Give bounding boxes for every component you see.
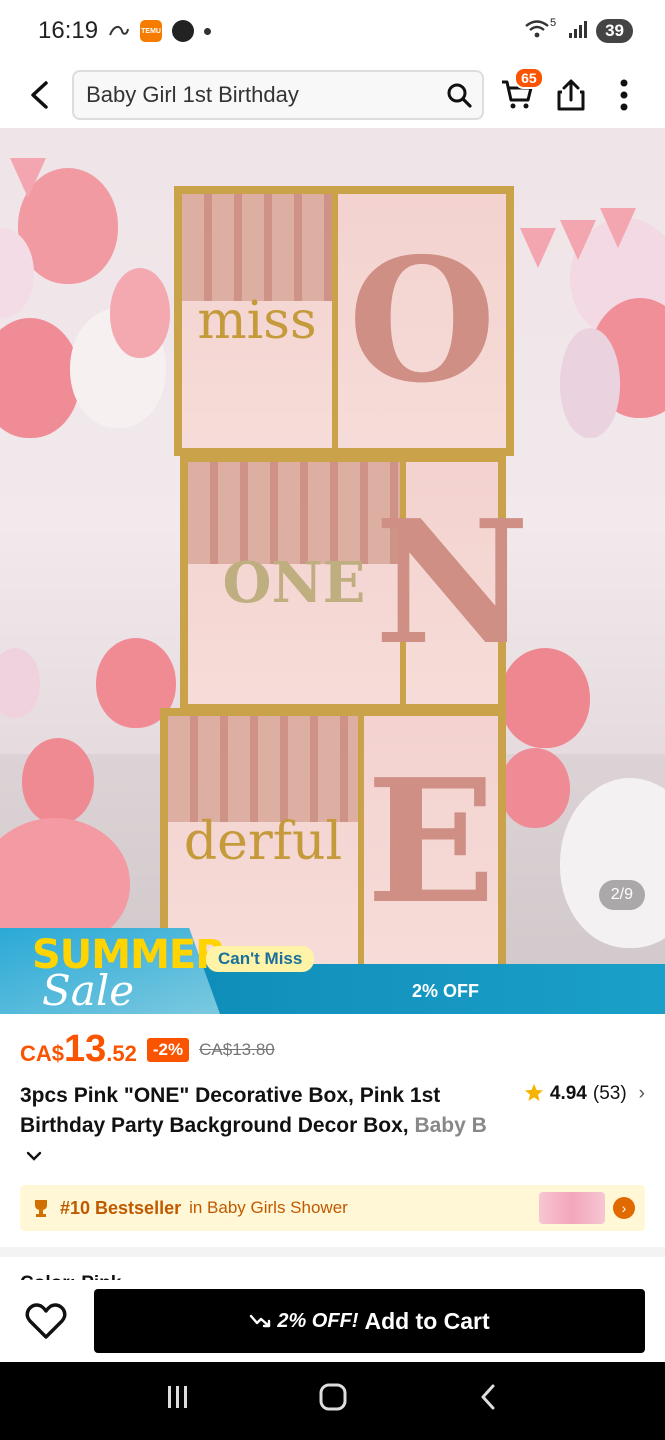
box-letter-o: O: [347, 221, 497, 421]
chevron-right-icon: ›: [638, 1083, 645, 1104]
balloon-image: [560, 328, 620, 438]
product-title-main: 3pcs Pink "ONE" Decorative Box, Pink 1st…: [20, 1084, 441, 1137]
title-row: 3pcs Pink "ONE" Decorative Box, Pink 1st…: [0, 1071, 665, 1171]
cart-bar: 2% OFF! Add to Cart: [0, 1280, 665, 1362]
review-count: (53): [592, 1083, 627, 1104]
temu-app-icon: TEMU: [140, 20, 163, 42]
box-letter-n: N: [374, 483, 530, 683]
product-image-carousel[interactable]: miss O ONE N derful E 2/9 SUMMER Sale Ca…: [0, 128, 665, 1014]
glitter-drip: [182, 194, 332, 301]
price-row: CA$13.52 -2% CA$13.80: [0, 1014, 665, 1071]
bestseller-thumbnail: [539, 1192, 605, 1224]
signal-label: 5: [549, 17, 557, 29]
status-left: 16:19 TEMU: [38, 17, 212, 45]
link-icon: [108, 23, 130, 39]
more-options-button[interactable]: [603, 71, 645, 119]
bestseller-category: in Baby Girls Shower: [189, 1198, 348, 1217]
box-middle: ONE N: [180, 454, 530, 712]
wishlist-button[interactable]: [22, 1297, 70, 1345]
current-price: CA$13.52: [20, 1028, 137, 1071]
trend-down-icon: [250, 1314, 271, 1328]
recent-apps-icon: [167, 1386, 187, 1408]
box-word-one: ONE: [222, 550, 366, 616]
original-price: CA$13.80: [199, 1040, 275, 1059]
home-icon: [319, 1383, 346, 1411]
top-bar: Baby Girl 1st Birthday 65: [0, 62, 665, 128]
box-letter-e: E: [366, 742, 496, 942]
bunting-flag: [600, 208, 636, 248]
system-nav-bar: [0, 1362, 665, 1440]
heart-icon: [25, 1303, 67, 1339]
rating-summary[interactable]: 4.94 (53) ›: [524, 1081, 645, 1171]
balloon-image: [0, 318, 80, 438]
status-time: 16:19: [38, 17, 99, 44]
more-vertical-icon: [620, 79, 628, 111]
sale-script: Sale: [42, 966, 135, 1014]
box-top-right-face: O: [332, 194, 506, 448]
bunting-flag: [520, 228, 556, 268]
search-query-text: Baby Girl 1st Birthday: [86, 82, 299, 107]
expand-chevron-icon[interactable]: [26, 1150, 42, 1162]
back-button[interactable]: [22, 75, 56, 115]
search-icon[interactable]: [446, 82, 472, 108]
messenger-icon: [172, 20, 195, 42]
chevron-right-circle-icon[interactable]: ›: [613, 1197, 635, 1219]
back-arrow-icon: [31, 81, 48, 109]
star-icon: [524, 1084, 543, 1101]
bunting-flag: [560, 220, 596, 260]
search-input[interactable]: Baby Girl 1st Birthday: [72, 70, 485, 120]
balloon-image: [0, 648, 40, 718]
glitter-drip: [188, 462, 400, 564]
glitter-drip: [168, 716, 358, 822]
discount-badge: -2%: [146, 1038, 190, 1062]
recent-apps-button[interactable]: [148, 1384, 208, 1418]
status-bar: 16:19 TEMU 5 39: [0, 0, 665, 62]
box-word-derful: derful: [183, 812, 343, 872]
product-title-fade: Baby B: [414, 1114, 487, 1137]
box-top: miss O: [174, 186, 514, 456]
cell-signal-icon: [568, 19, 590, 44]
battery-indicator: 39: [596, 19, 633, 43]
bestseller-rank: #10 Bestseller: [60, 1197, 182, 1218]
box-middle-right-face: N: [374, 462, 530, 704]
notification-dot-icon: [204, 27, 212, 35]
bunting-flag: [10, 158, 46, 198]
trophy-icon: [35, 1200, 47, 1217]
back-nav-button[interactable]: [458, 1382, 518, 1420]
cart-count-badge: 65: [514, 67, 544, 89]
price-currency: CA$: [20, 1041, 65, 1066]
summer-sale-banner[interactable]: SUMMER Sale Can't Miss 2% OFF: [0, 928, 665, 1014]
price-decimal: .52: [106, 1041, 137, 1066]
cant-miss-tag: Can't Miss: [206, 946, 315, 972]
status-right: 5 39: [524, 17, 633, 44]
section-divider: [0, 1247, 665, 1257]
cart-button[interactable]: 65: [496, 67, 544, 119]
add-to-cart-button[interactable]: 2% OFF! Add to Cart: [94, 1289, 645, 1353]
home-button[interactable]: [303, 1382, 363, 1420]
box-middle-left-face: ONE: [188, 462, 400, 704]
image-page-indicator: 2/9: [598, 880, 645, 910]
product-title[interactable]: 3pcs Pink "ONE" Decorative Box, Pink 1st…: [20, 1081, 514, 1171]
sale-off-text: 2% OFF: [412, 981, 480, 1001]
share-button[interactable]: [550, 71, 592, 119]
one-boxes-image: miss O ONE N derful E: [160, 186, 530, 976]
wifi-icon: [524, 19, 550, 44]
share-icon: [557, 79, 585, 111]
balloon-image: [22, 738, 94, 824]
rating-value: 4.94: [549, 1083, 587, 1104]
box-word-miss: miss: [197, 291, 317, 351]
add-to-cart-label: Add to Cart: [364, 1307, 490, 1334]
price-integer: 13: [64, 1028, 107, 1070]
box-top-left-face: miss: [182, 194, 332, 448]
cart-offer-text: 2% OFF!: [277, 1309, 359, 1332]
back-chevron-icon: [481, 1384, 494, 1410]
bestseller-banner[interactable]: #10 Bestseller in Baby Girls Shower ›: [20, 1185, 645, 1231]
